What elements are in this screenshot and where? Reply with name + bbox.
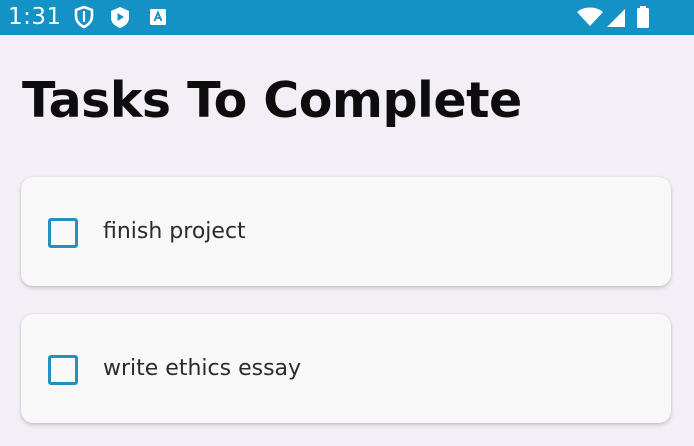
task-checkbox[interactable] — [48, 355, 78, 385]
task-label: write ethics essay — [103, 356, 302, 381]
accessibility-text-icon — [150, 9, 166, 25]
task-label: finish project — [103, 219, 246, 244]
task-card[interactable]: write ethics essay — [21, 314, 671, 423]
play-store-icon — [111, 7, 129, 28]
wifi-icon — [577, 7, 603, 26]
status-bar: 1:31 — [0, 0, 694, 35]
page-title: Tasks To Complete — [22, 72, 522, 129]
shield-icon — [74, 5, 94, 29]
status-time: 1:31 — [8, 4, 62, 30]
task-checkbox[interactable] — [48, 218, 78, 248]
task-card[interactable]: finish project — [21, 177, 671, 286]
cellular-signal-icon — [607, 9, 625, 27]
battery-icon — [637, 6, 649, 28]
